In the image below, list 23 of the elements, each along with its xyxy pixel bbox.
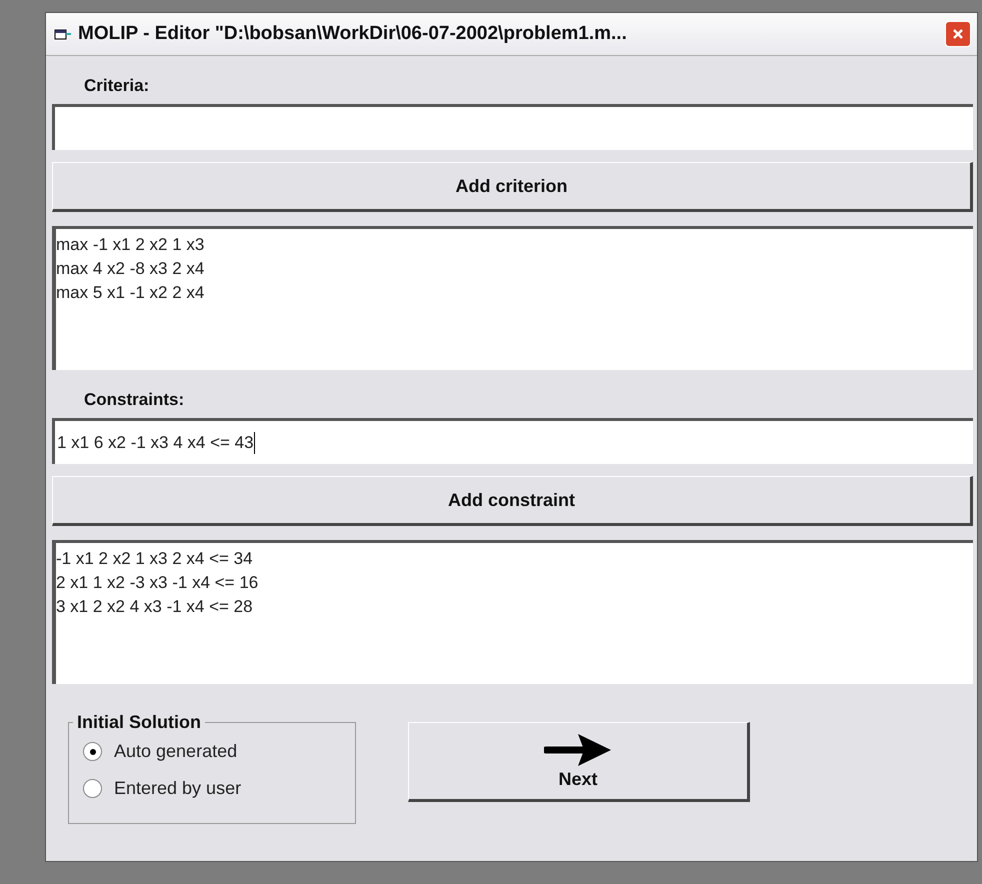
add-constraint-button[interactable]: Add constraint [52,476,973,526]
close-icon [952,28,964,40]
criteria-field[interactable] [52,104,973,150]
radio-label[interactable]: Entered by user [114,778,242,799]
arrow-right-icon [544,732,612,766]
criterion-item[interactable]: max -1 x1 2 x2 1 x3 [56,233,973,257]
add-criterion-button[interactable]: Add criterion [52,162,973,212]
radio-button[interactable] [83,779,102,798]
criterion-item[interactable]: max 4 x2 -8 x3 2 x4 [56,257,973,281]
radio-label[interactable]: Auto generated [114,741,238,762]
criteria-label: Criteria: [84,76,150,96]
app-icon [54,27,72,41]
criterion-item[interactable]: max 5 x1 -1 x2 2 x4 [56,281,973,305]
group-title: Initial Solution [76,712,202,733]
radio-button[interactable] [83,742,102,761]
constraint-item[interactable]: 3 x1 2 x2 4 x3 -1 x4 <= 28 [56,595,973,619]
next-button[interactable]: Next [408,722,750,802]
constraint-item[interactable]: -1 x1 2 x2 1 x3 2 x4 <= 34 [56,547,973,571]
constraint-item[interactable]: 2 x1 1 x2 -3 x3 -1 x4 <= 16 [56,571,973,595]
window-title: MOLIP - Editor "D:\bobsan\WorkDir\06-07-2002\problem1.m... [78,23,628,45]
constraint-field[interactable]: 1 x1 6 x2 -1 x3 4 x4 <= 43 [52,418,973,464]
close-button[interactable] [945,21,971,47]
constraints-label: Constraints: [84,390,184,410]
